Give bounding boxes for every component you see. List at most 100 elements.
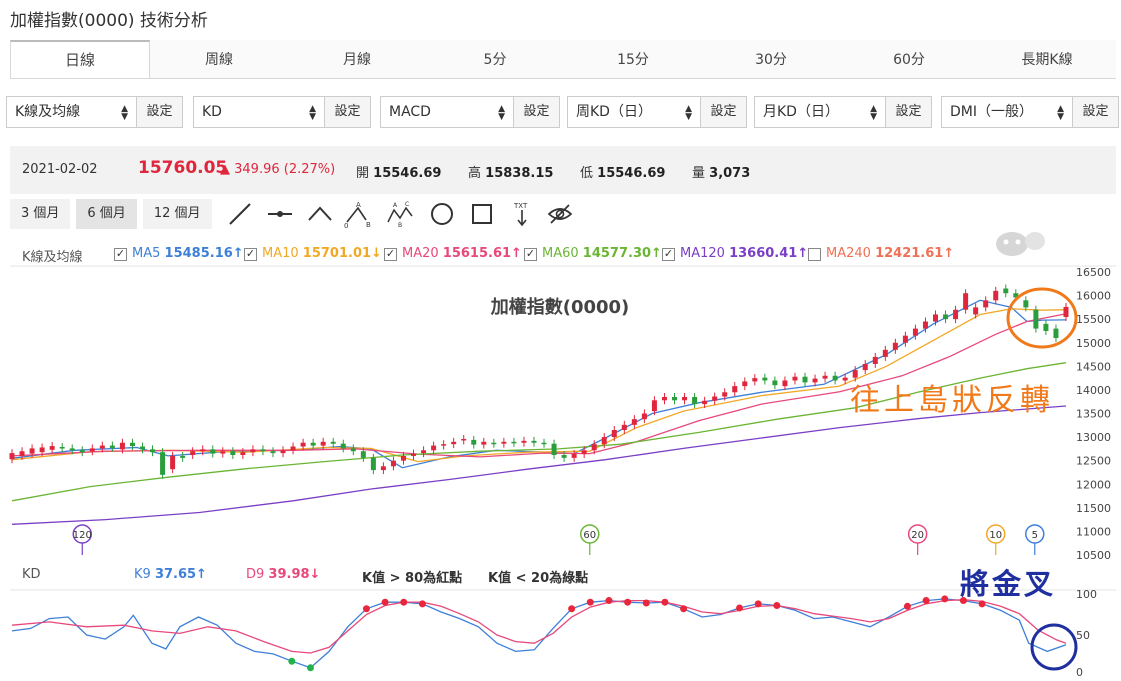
candle-body xyxy=(9,453,15,460)
kd-green-dot xyxy=(306,664,314,672)
candle-body xyxy=(862,363,868,371)
candle-body xyxy=(933,314,939,322)
price-tick-label: 16500 xyxy=(1076,266,1111,279)
price-tick-label: 13000 xyxy=(1076,431,1111,444)
candle-body xyxy=(722,392,728,397)
candle-body xyxy=(742,381,748,387)
candle-body xyxy=(1043,323,1049,331)
candle-body xyxy=(842,377,848,381)
candle-body xyxy=(300,442,306,447)
candle-body xyxy=(59,446,65,449)
candle-body xyxy=(320,441,326,446)
candle-body xyxy=(852,370,858,378)
price-tick-label: 11000 xyxy=(1076,525,1111,538)
price-tick-label: 16000 xyxy=(1076,290,1111,303)
candle-body xyxy=(230,451,236,456)
ma-line-ma120 xyxy=(11,405,1067,525)
period-marker-label: 20 xyxy=(911,530,924,541)
candle-body xyxy=(792,376,798,381)
kd-red-dot xyxy=(978,600,986,608)
price-tick-label: 12500 xyxy=(1076,455,1111,468)
candle-body xyxy=(912,328,918,336)
kd-red-dot xyxy=(642,599,650,607)
candle-body xyxy=(1053,328,1059,339)
price-tick-label: 15500 xyxy=(1076,313,1111,326)
candle-body xyxy=(772,380,778,386)
candle-body xyxy=(69,448,75,451)
candle-body xyxy=(310,442,316,446)
candle-body xyxy=(109,445,115,448)
candle-body xyxy=(330,441,336,444)
candle-body xyxy=(732,386,738,393)
price-tick-label: 13500 xyxy=(1076,408,1111,421)
kd-tick-label: 100 xyxy=(1076,588,1097,601)
price-tick-label: 14000 xyxy=(1076,384,1111,397)
candle-body xyxy=(561,455,567,458)
period-marker-label: 60 xyxy=(583,530,596,541)
price-tick-label: 11500 xyxy=(1076,502,1111,515)
candle-body xyxy=(400,455,406,461)
kd-red-dot xyxy=(362,605,370,613)
candle-body xyxy=(963,293,969,310)
kd-under-20-note: K值 < 20為綠點 xyxy=(488,571,589,586)
candle-body xyxy=(882,349,888,357)
candle-body xyxy=(99,445,105,449)
candle-body xyxy=(702,400,708,405)
candle-body xyxy=(49,446,55,450)
candle-body xyxy=(902,335,908,343)
candle-body xyxy=(491,442,497,445)
candle-body xyxy=(139,446,145,450)
candle-body xyxy=(150,449,156,453)
candle-body xyxy=(119,442,125,450)
candle-body xyxy=(993,290,999,301)
candle-body xyxy=(190,451,196,456)
kd-red-dot xyxy=(400,598,408,606)
kd-red-dot xyxy=(624,598,632,606)
candle-body xyxy=(812,378,818,383)
d9-label: D9 39.98↓ xyxy=(246,567,321,582)
kd-red-dot xyxy=(922,597,930,605)
candle-body xyxy=(1063,306,1069,317)
candle-body xyxy=(601,437,607,445)
candle-body xyxy=(170,455,176,470)
candle-body xyxy=(571,454,577,458)
candle-body xyxy=(672,396,678,401)
kd-green-dot xyxy=(288,657,296,665)
candle-body xyxy=(29,448,35,454)
chart-title: 加權指數(0000) xyxy=(490,296,630,318)
price-tick-label: 10500 xyxy=(1076,549,1111,562)
candle-body xyxy=(501,441,507,444)
candle-body xyxy=(802,376,808,383)
candle-body xyxy=(581,450,587,455)
candle-body xyxy=(421,450,427,454)
candle-body xyxy=(451,441,457,445)
candle-body xyxy=(461,438,467,441)
candle-body xyxy=(953,309,959,320)
kd-red-dot xyxy=(680,605,688,613)
candle-body xyxy=(651,400,657,412)
candle-body xyxy=(521,440,527,443)
candle-body xyxy=(511,441,517,444)
period-marker-label: 10 xyxy=(989,530,1002,541)
price-tick-label: 12000 xyxy=(1076,478,1111,491)
price-tick-label: 15000 xyxy=(1076,337,1111,350)
period-marker-label: 5 xyxy=(1032,530,1038,541)
candle-body xyxy=(551,443,557,456)
kd-red-dot xyxy=(381,598,389,606)
candle-body xyxy=(260,449,266,452)
candle-body xyxy=(922,321,928,329)
candle-body xyxy=(240,452,246,456)
kd-over-80-note: K值 > 80為紅點 xyxy=(362,571,463,586)
candle-body xyxy=(782,380,788,387)
candle-body xyxy=(370,457,376,471)
candle-body xyxy=(250,449,256,453)
candle-body xyxy=(1023,300,1029,308)
candle-body xyxy=(210,449,216,454)
candle-body xyxy=(591,444,597,451)
candle-body xyxy=(712,396,718,401)
candle-body xyxy=(481,441,487,445)
candle-body xyxy=(1003,288,1009,294)
candle-body xyxy=(661,396,667,401)
candle-body xyxy=(280,450,286,454)
candle-body xyxy=(270,451,276,454)
